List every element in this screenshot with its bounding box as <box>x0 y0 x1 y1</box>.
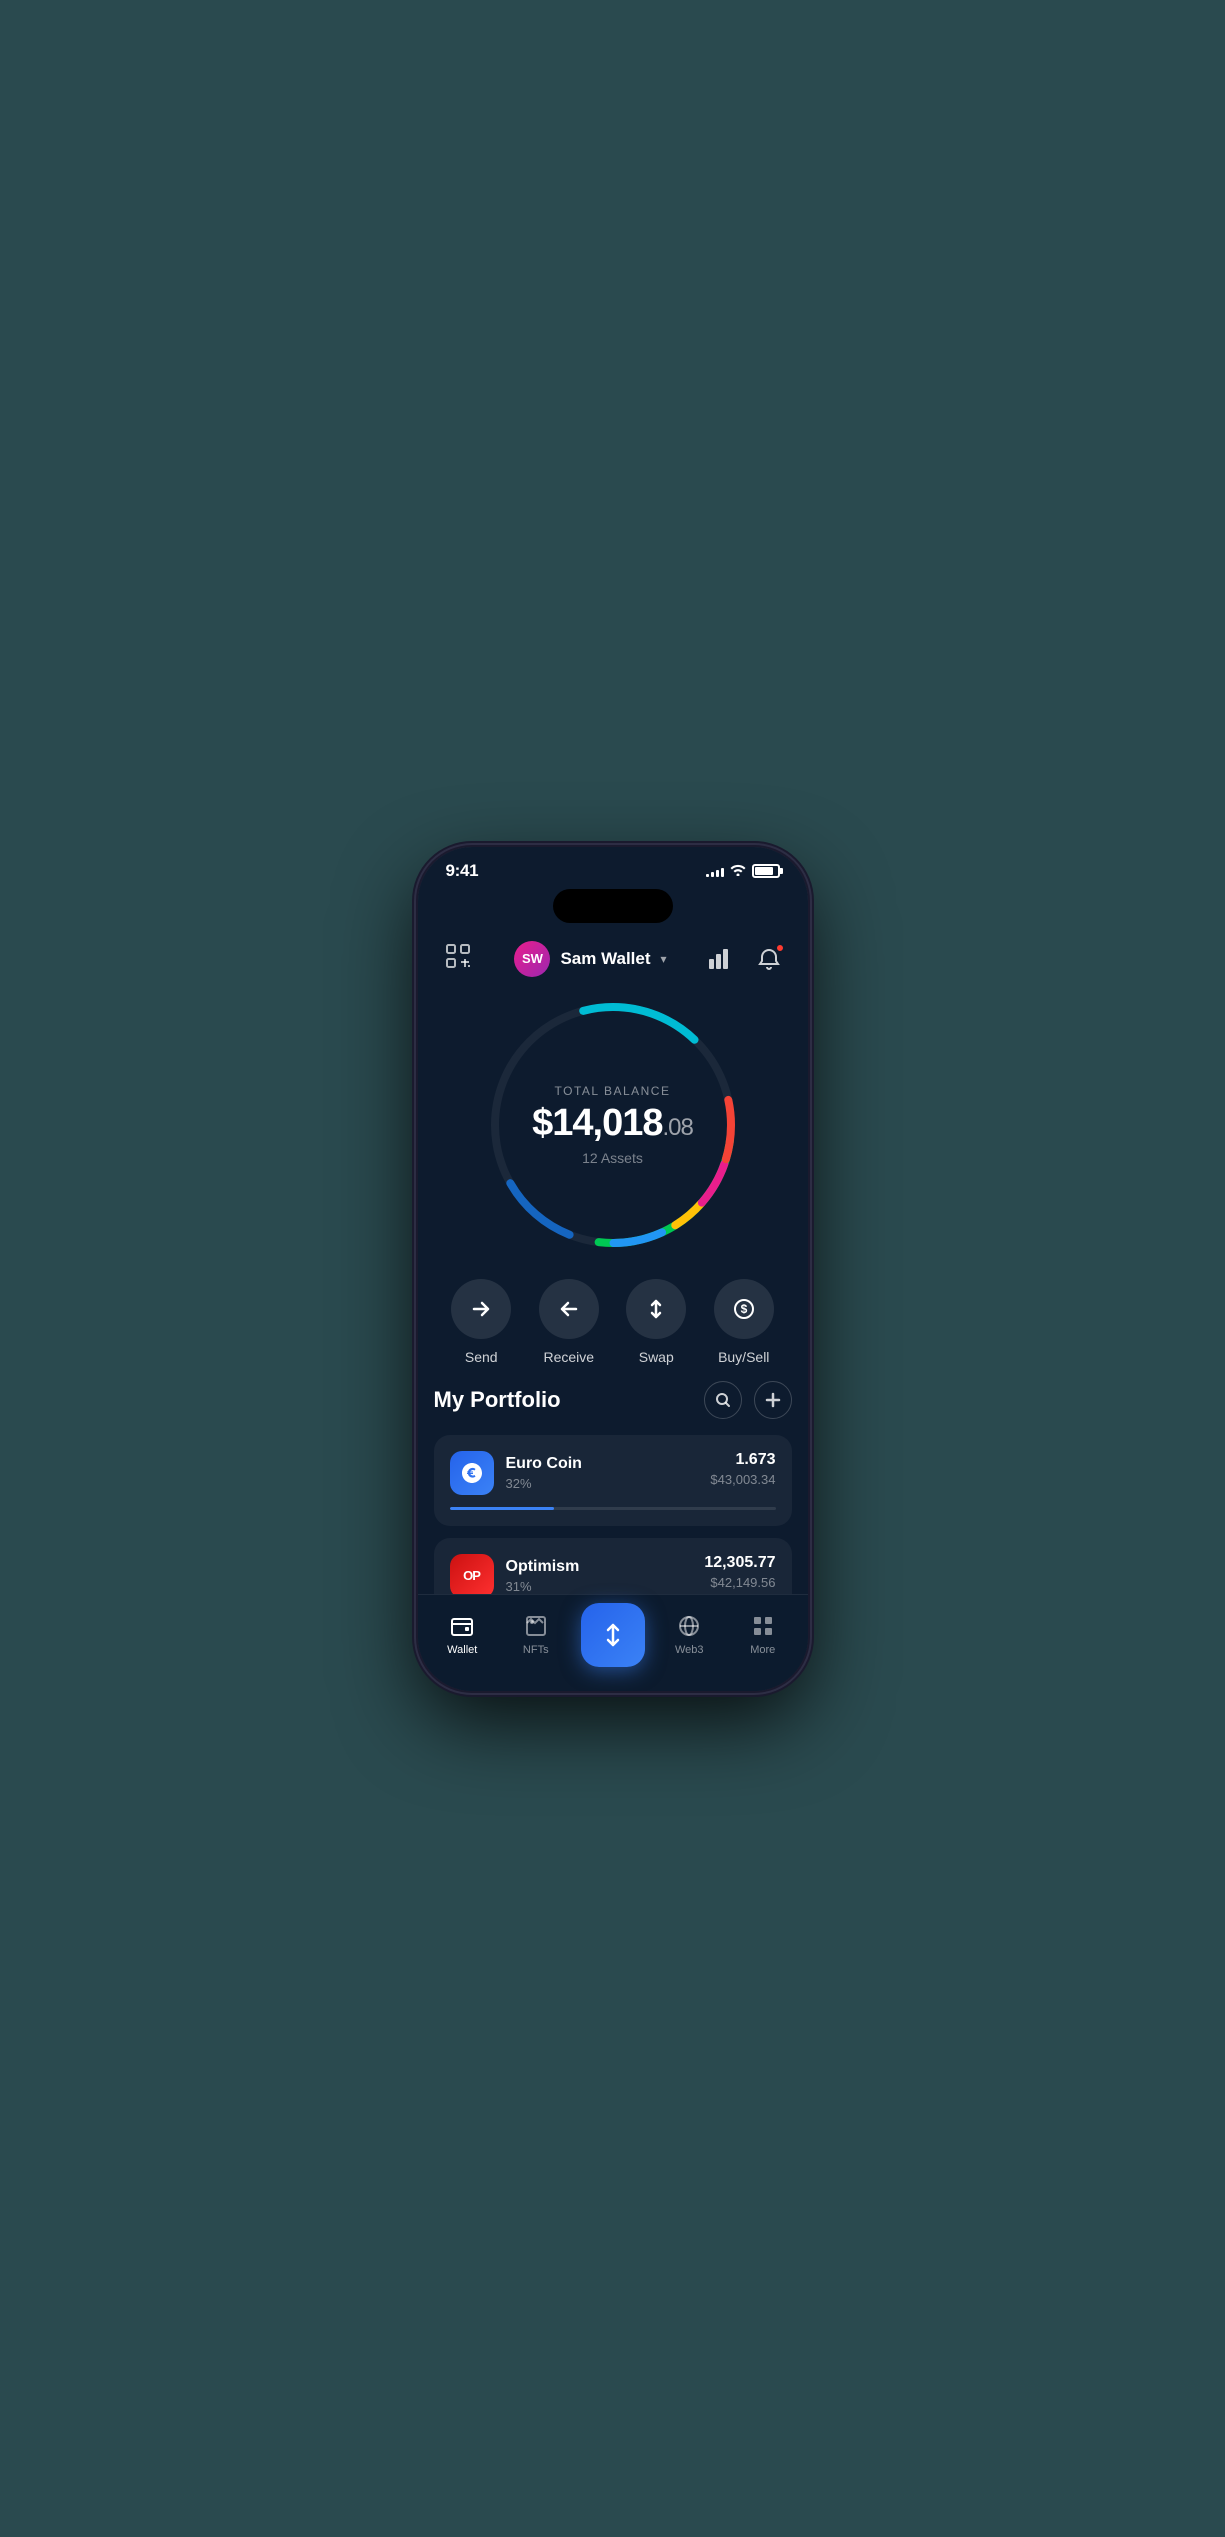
tab-web3[interactable]: Web3 <box>653 1613 727 1656</box>
asset-name-euro-coin: Euro Coin <box>506 1455 582 1473</box>
asset-name-optimism: Optimism <box>506 1558 580 1576</box>
tab-nfts[interactable]: NFTs <box>499 1613 573 1656</box>
asset-right-optimism: 12,305.77 $42,149.56 <box>704 1554 775 1590</box>
chevron-down-icon: ▾ <box>661 952 667 966</box>
header: SW Sam Wallet ▾ <box>418 931 808 995</box>
asset-right: 1.673 $43,003.34 <box>710 1451 775 1487</box>
portfolio-title: My Portfolio <box>434 1387 561 1413</box>
receive-button[interactable]: Receive <box>539 1279 599 1365</box>
swap-button[interactable]: Swap <box>626 1279 686 1365</box>
send-icon-circle <box>451 1279 511 1339</box>
asset-progress-fill-euro-coin <box>450 1507 554 1510</box>
asset-progress-bar-euro-coin <box>450 1507 776 1510</box>
swap-arrows-icon <box>599 1621 627 1649</box>
buysell-icon-circle: $ <box>714 1279 774 1339</box>
status-bar: 9:41 <box>418 847 808 889</box>
asset-left-optimism: OP Optimism 31% <box>450 1554 580 1594</box>
notifications-button[interactable] <box>751 941 787 977</box>
user-profile-button[interactable]: SW Sam Wallet ▾ <box>514 941 666 977</box>
receive-icon-circle <box>539 1279 599 1339</box>
tab-wallet[interactable]: Wallet <box>426 1613 500 1656</box>
receive-label: Receive <box>543 1349 594 1365</box>
dynamic-island <box>553 889 673 923</box>
optimism-icon: OP <box>450 1554 494 1594</box>
tab-bar: Wallet NFTs <box>418 1594 808 1691</box>
balance-section: TOTAL BALANCE $14,018.08 12 Assets <box>418 995 808 1255</box>
signal-bar-2 <box>711 872 714 877</box>
signal-bar-3 <box>716 870 719 877</box>
asset-top-row-optimism: OP Optimism 31% 12,305.77 $42,149.56 <box>450 1554 776 1594</box>
balance-cents: .08 <box>663 1114 693 1141</box>
portfolio-search-button[interactable] <box>704 1381 742 1419</box>
nfts-tab-icon <box>523 1613 549 1639</box>
web3-tab-icon <box>676 1613 702 1639</box>
more-tab-icon <box>750 1613 776 1639</box>
balance-center: TOTAL BALANCE $14,018.08 12 Assets <box>532 1084 693 1166</box>
scan-button[interactable] <box>438 939 478 979</box>
wallet-tab-icon <box>449 1613 475 1639</box>
notification-badge <box>775 943 785 953</box>
signal-bars-icon <box>706 865 724 877</box>
asset-top-row: Euro Coin 32% 1.673 $43,003.34 <box>450 1451 776 1495</box>
send-label: Send <box>465 1349 498 1365</box>
asset-percent-optimism: 31% <box>506 1579 580 1594</box>
asset-left: Euro Coin 32% <box>450 1451 582 1495</box>
status-icons <box>706 863 780 879</box>
avatar: SW <box>514 941 550 977</box>
more-tab-label: More <box>750 1644 775 1656</box>
wallet-tab-label: Wallet <box>447 1644 477 1656</box>
battery-icon <box>752 864 780 878</box>
buysell-button[interactable]: $ Buy/Sell <box>714 1279 774 1365</box>
screen: 9:41 <box>418 847 808 1691</box>
portfolio-header: My Portfolio <box>434 1381 792 1419</box>
asset-amount-euro-coin: 1.673 <box>710 1451 775 1469</box>
asset-item-optimism[interactable]: OP Optimism 31% 12,305.77 $42,149.56 <box>434 1538 792 1594</box>
battery-fill <box>755 867 774 875</box>
action-buttons: Send Receive Swap <box>418 1255 808 1381</box>
total-balance-label: TOTAL BALANCE <box>532 1084 693 1098</box>
svg-text:$: $ <box>740 1302 747 1316</box>
send-button[interactable]: Send <box>451 1279 511 1365</box>
scan-icon <box>445 943 471 975</box>
web3-tab-label: Web3 <box>675 1644 704 1656</box>
wifi-icon <box>730 863 746 879</box>
status-time: 9:41 <box>446 861 479 881</box>
asset-item-euro-coin[interactable]: Euro Coin 32% 1.673 $43,003.34 <box>434 1435 792 1526</box>
buysell-label: Buy/Sell <box>718 1349 769 1365</box>
asset-info: Euro Coin 32% <box>506 1455 582 1491</box>
swap-icon-circle <box>626 1279 686 1339</box>
header-actions <box>703 941 787 977</box>
asset-usd-optimism: $42,149.56 <box>704 1575 775 1590</box>
balance-amount: $14,018.08 <box>532 1104 693 1142</box>
signal-bar-4 <box>721 868 724 877</box>
phone-frame: 9:41 <box>418 847 808 1691</box>
user-name: Sam Wallet <box>560 949 650 969</box>
portfolio-section: My Portfolio <box>418 1381 808 1594</box>
center-swap-button[interactable] <box>581 1603 645 1667</box>
chart-button[interactable] <box>703 941 739 977</box>
asset-amount-optimism: 12,305.77 <box>704 1554 775 1572</box>
swap-label: Swap <box>639 1349 674 1365</box>
assets-count: 12 Assets <box>532 1150 693 1166</box>
asset-usd-euro-coin: $43,003.34 <box>710 1472 775 1487</box>
signal-bar-1 <box>706 874 709 877</box>
portfolio-actions <box>704 1381 792 1419</box>
balance-ring: TOTAL BALANCE $14,018.08 12 Assets <box>483 995 743 1255</box>
nfts-tab-label: NFTs <box>523 1644 549 1656</box>
tab-more[interactable]: More <box>726 1613 800 1656</box>
euro-coin-icon <box>450 1451 494 1495</box>
asset-percent-euro-coin: 32% <box>506 1476 582 1491</box>
portfolio-add-button[interactable] <box>754 1381 792 1419</box>
asset-info-optimism: Optimism 31% <box>506 1558 580 1594</box>
